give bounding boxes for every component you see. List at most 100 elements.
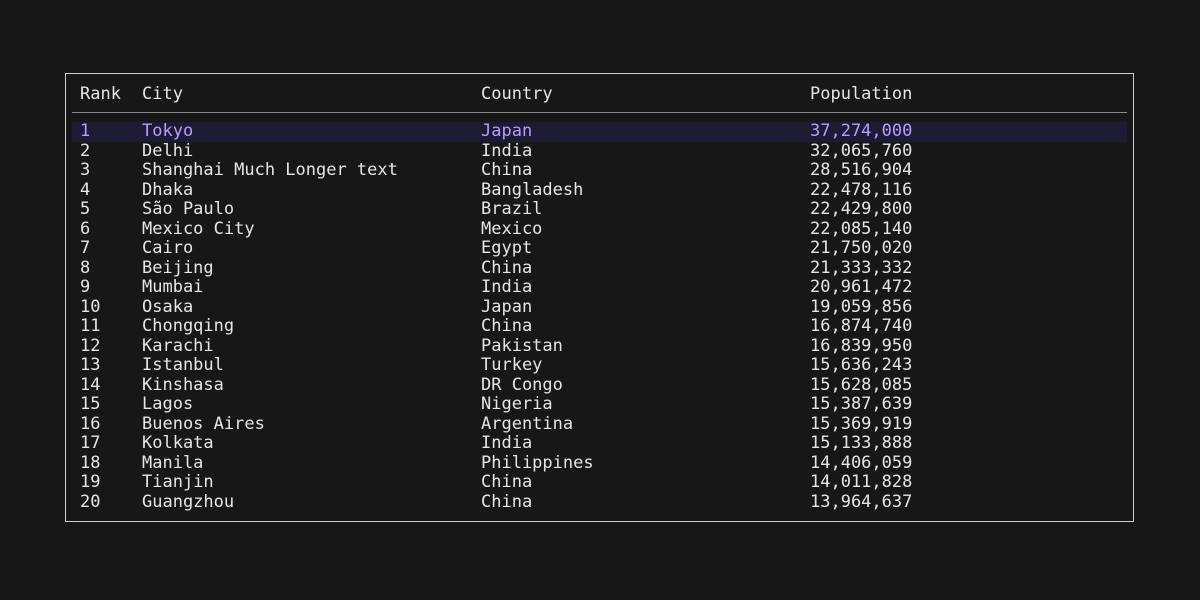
cell-city: Buenos Aires: [142, 413, 265, 434]
cell-population: 21,750,020: [810, 238, 913, 258]
cell-population: 16,839,950: [810, 335, 913, 356]
table-header: Rank City Country Population: [72, 83, 1127, 105]
cell-population: 37,274,000: [810, 121, 913, 141]
table-row[interactable]: 10 Osaka Japan 19,059,856: [72, 296, 1127, 318]
cell-rank: 16: [80, 413, 101, 434]
cell-country: Egypt: [481, 238, 533, 258]
cell-country: DR Congo: [481, 374, 563, 395]
table-row[interactable]: 13 Istanbul Turkey 15,636,243: [72, 355, 1127, 376]
cell-rank: 17: [80, 433, 101, 453]
cell-city: São Paulo: [142, 199, 235, 219]
cell-city: Karachi: [142, 335, 214, 356]
cell-country: Brazil: [481, 199, 543, 219]
table-row[interactable]: 15 Lagos Nigeria 15,387,639: [72, 394, 1127, 415]
cell-country: China: [481, 257, 533, 278]
cell-population: 21,333,332: [810, 257, 913, 278]
cell-rank: 8: [80, 257, 91, 278]
cell-city: Beijing: [142, 257, 214, 278]
column-header-country: Country: [481, 84, 553, 104]
table-row[interactable]: 14 Kinshasa DR Congo 15,628,085: [72, 374, 1127, 396]
table-row[interactable]: 2 Delhi India 32,065,760: [72, 140, 1127, 162]
table-row-selected[interactable]: 1 Tokyo Japan 37,274,000: [72, 121, 1127, 142]
table-row[interactable]: 4 Dhaka Bangladesh 22,478,116: [72, 179, 1127, 201]
table-row[interactable]: 16 Buenos Aires Argentina 15,369,919: [72, 413, 1127, 435]
cell-population: 13,964,637: [810, 491, 913, 512]
cell-population: 14,406,059: [810, 452, 913, 473]
cell-city: Mumbai: [142, 277, 204, 297]
cell-city: Shanghai Much Longer text: [142, 160, 398, 180]
cell-rank: 3: [80, 160, 91, 180]
cell-city: Osaka: [142, 296, 194, 317]
table-row[interactable]: 8 Beijing China 21,333,332: [72, 257, 1127, 279]
column-header-rank: Rank: [80, 84, 121, 104]
column-header-population: Population: [810, 84, 913, 104]
table-row[interactable]: 19 Tianjin China 14,011,828: [72, 472, 1127, 493]
table-row[interactable]: 6 Mexico City Mexico 22,085,140: [72, 218, 1127, 240]
table-row[interactable]: 12 Karachi Pakistan 16,839,950: [72, 335, 1127, 357]
cell-city: Mexico City: [142, 218, 255, 239]
cell-population: 14,011,828: [810, 472, 913, 492]
cell-city: Tokyo: [142, 121, 194, 141]
cell-country: China: [481, 472, 533, 492]
cell-population: 16,874,740: [810, 316, 913, 336]
cell-population: 22,478,116: [810, 179, 913, 200]
cell-country: Japan: [481, 121, 533, 141]
cell-city: Kolkata: [142, 433, 214, 453]
cell-city: Lagos: [142, 394, 194, 414]
cell-rank: 14: [80, 374, 101, 395]
cell-rank: 13: [80, 355, 101, 375]
cell-population: 28,516,904: [810, 160, 913, 180]
cell-country: Japan: [481, 296, 533, 317]
table-row[interactable]: 7 Cairo Egypt 21,750,020: [72, 238, 1127, 259]
cell-city: Cairo: [142, 238, 194, 258]
cell-rank: 9: [80, 277, 91, 297]
column-header-city: City: [142, 84, 183, 104]
cell-country: China: [481, 160, 533, 180]
header-divider: [72, 112, 1127, 113]
cell-rank: 15: [80, 394, 101, 414]
cell-country: China: [481, 491, 533, 512]
cell-country: Argentina: [481, 413, 574, 434]
cell-rank: 6: [80, 218, 91, 239]
cell-city: Kinshasa: [142, 374, 224, 395]
cell-rank: 7: [80, 238, 91, 258]
cell-country: Turkey: [481, 355, 543, 375]
table-row[interactable]: 9 Mumbai India 20,961,472: [72, 277, 1127, 298]
cell-rank: 10: [80, 296, 101, 317]
cell-rank: 12: [80, 335, 101, 356]
cell-country: Pakistan: [481, 335, 563, 356]
table-row[interactable]: 18 Manila Philippines 14,406,059: [72, 452, 1127, 474]
cell-population: 15,133,888: [810, 433, 913, 453]
table-row[interactable]: 5 São Paulo Brazil 22,429,800: [72, 199, 1127, 220]
cell-country: Philippines: [481, 452, 594, 473]
cell-city: Guangzhou: [142, 491, 235, 512]
cell-country: India: [481, 277, 533, 297]
cell-city: Istanbul: [142, 355, 224, 375]
table-row[interactable]: 17 Kolkata India 15,133,888: [72, 433, 1127, 454]
cell-rank: 11: [80, 316, 101, 336]
city-population-table[interactable]: Rank City Country Population 1 Tokyo Jap…: [65, 73, 1134, 522]
table-row[interactable]: 20 Guangzhou China 13,964,637: [72, 491, 1127, 513]
cell-country: Bangladesh: [481, 179, 584, 200]
cell-city: Delhi: [142, 140, 194, 161]
cell-population: 15,387,639: [810, 394, 913, 414]
cell-city: Tianjin: [142, 472, 214, 492]
cell-population: 15,628,085: [810, 374, 913, 395]
cell-population: 15,369,919: [810, 413, 913, 434]
cell-country: Mexico: [481, 218, 543, 239]
cell-country: India: [481, 433, 533, 453]
cell-city: Dhaka: [142, 179, 194, 200]
cell-population: 19,059,856: [810, 296, 913, 317]
cell-population: 15,636,243: [810, 355, 913, 375]
cell-population: 22,085,140: [810, 218, 913, 239]
cell-city: Manila: [142, 452, 204, 473]
cell-country: Nigeria: [481, 394, 553, 414]
cell-rank: 1: [80, 121, 91, 141]
cell-population: 22,429,800: [810, 199, 913, 219]
cell-rank: 20: [80, 491, 101, 512]
table-row[interactable]: 3 Shanghai Much Longer text China 28,516…: [72, 160, 1127, 181]
cell-rank: 19: [80, 472, 101, 492]
table-row[interactable]: 11 Chongqing China 16,874,740: [72, 316, 1127, 337]
cell-population: 20,961,472: [810, 277, 913, 297]
cell-country: China: [481, 316, 533, 336]
